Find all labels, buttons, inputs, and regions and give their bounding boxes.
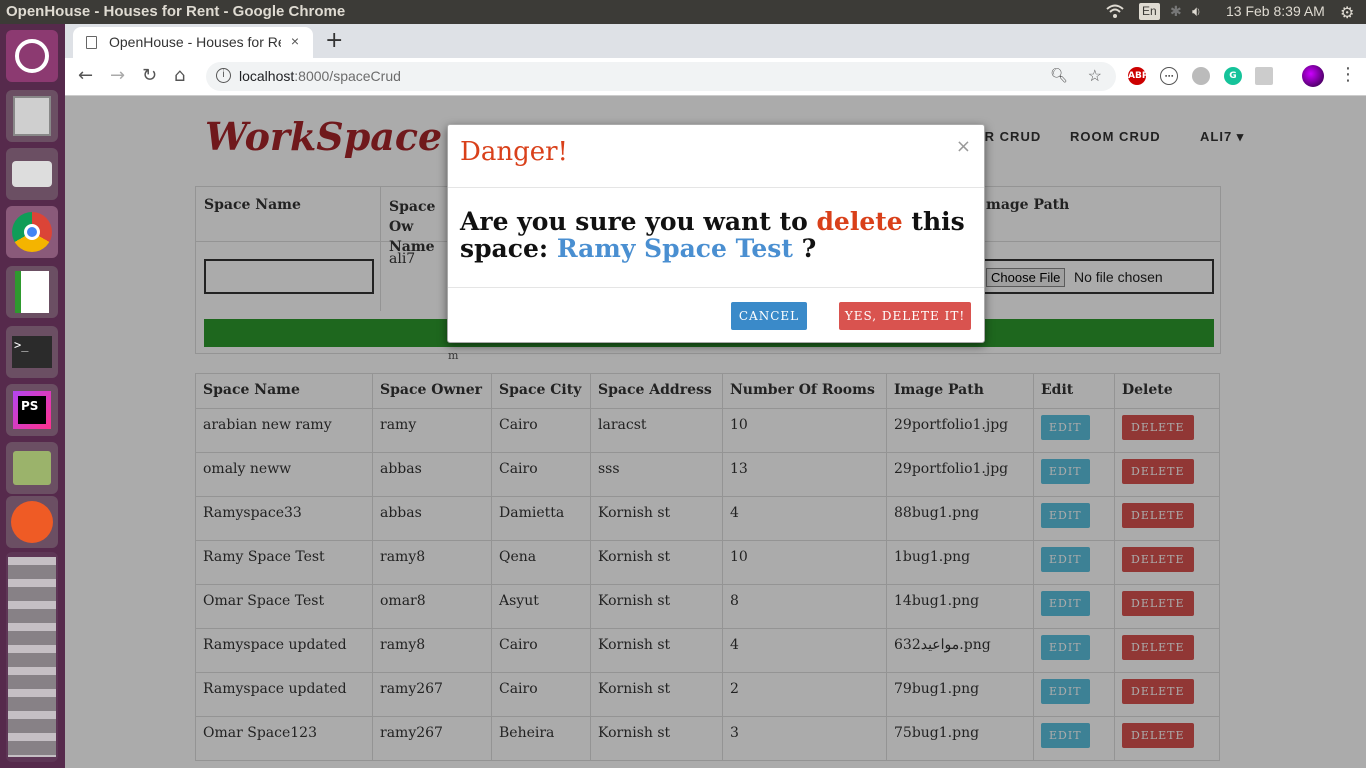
tab-close-icon[interactable]: × (291, 33, 299, 49)
browser-toolbar: ← → ↻ ⌂ i localhost:8000/spaceCrud 🔍︎ ☆ … (65, 58, 1366, 96)
launcher-stacked-apps[interactable] (6, 552, 58, 762)
dialog-footer: CANCEL YES, DELETE IT! (448, 287, 984, 343)
ubuntu-dash-icon[interactable] (6, 30, 58, 82)
forward-arrow-icon[interactable]: → (110, 65, 125, 86)
phpstorm-icon[interactable]: PS (6, 384, 58, 436)
profile-avatar[interactable] (1302, 65, 1324, 87)
delete-confirm-dialog: Danger! × Are you sure you want to delet… (447, 124, 985, 343)
clock[interactable]: 13 Feb 8:39 AM (1226, 3, 1325, 19)
android-extension-icon[interactable] (1192, 67, 1210, 85)
extension-badge-icon[interactable] (1255, 67, 1273, 85)
url-text: localhost:8000/spaceCrud (239, 68, 401, 84)
adblock-icon[interactable]: ABP (1128, 67, 1148, 85)
keyboard-layout-indicator[interactable]: En (1139, 3, 1160, 20)
extension-icon[interactable]: ⋯ (1160, 67, 1178, 85)
grammarly-icon[interactable]: G (1224, 67, 1242, 85)
page-icon (86, 36, 97, 49)
cancel-button[interactable]: CANCEL (731, 302, 807, 330)
zoom-icon[interactable]: 🔍︎ (1050, 67, 1068, 84)
settings-gear-icon[interactable]: ⚙ (1340, 3, 1354, 23)
spreadsheet-icon[interactable] (6, 266, 58, 318)
reload-icon[interactable]: ↻ (142, 65, 157, 86)
wifi-icon[interactable] (1105, 3, 1125, 22)
confirm-delete-button[interactable]: YES, DELETE IT! (839, 302, 971, 330)
tab-strip: OpenHouse - Houses for Rent × + (65, 24, 1366, 58)
disk-drive-icon[interactable] (6, 148, 58, 200)
image-viewer-icon[interactable] (6, 442, 58, 494)
dialog-close-icon[interactable]: × (956, 136, 971, 157)
window-title: OpenHouse - Houses for Rent - Google Chr… (6, 3, 346, 20)
address-bar[interactable]: i localhost:8000/spaceCrud 🔍︎ ☆ (206, 62, 1116, 91)
bluetooth-icon[interactable]: ✱ (1170, 3, 1182, 20)
volume-icon[interactable]: 🔉︎ (1192, 3, 1201, 20)
chrome-menu-icon[interactable]: ⋮ (1339, 64, 1357, 85)
back-arrow-icon[interactable]: ← (78, 65, 93, 86)
site-info-icon[interactable]: i (216, 68, 231, 83)
file-cabinet-icon[interactable] (6, 90, 58, 142)
os-top-panel: OpenHouse - Houses for Rent - Google Chr… (0, 0, 1366, 24)
unity-launcher: >_ PS (0, 24, 65, 768)
tab-title: OpenHouse - Houses for Rent (109, 34, 281, 50)
browser-tab[interactable]: OpenHouse - Houses for Rent × (73, 27, 313, 58)
home-icon[interactable]: ⌂ (174, 65, 185, 86)
new-tab-button[interactable]: + (325, 28, 343, 53)
chrome-icon[interactable] (6, 206, 58, 258)
chrome-window: OpenHouse - Houses for Rent × + ← → ↻ ⌂ … (65, 24, 1366, 768)
dialog-title: Danger! (460, 137, 568, 167)
dialog-message: Are you sure you want to delete this spa… (460, 207, 965, 263)
terminal-icon[interactable]: >_ (6, 326, 58, 378)
postman-icon[interactable] (6, 496, 58, 548)
delete-word: delete (816, 207, 903, 236)
space-name-highlight: Ramy Space Test (556, 234, 793, 263)
bookmark-star-icon[interactable]: ☆ (1088, 66, 1102, 86)
dialog-header: Danger! × (448, 125, 984, 188)
